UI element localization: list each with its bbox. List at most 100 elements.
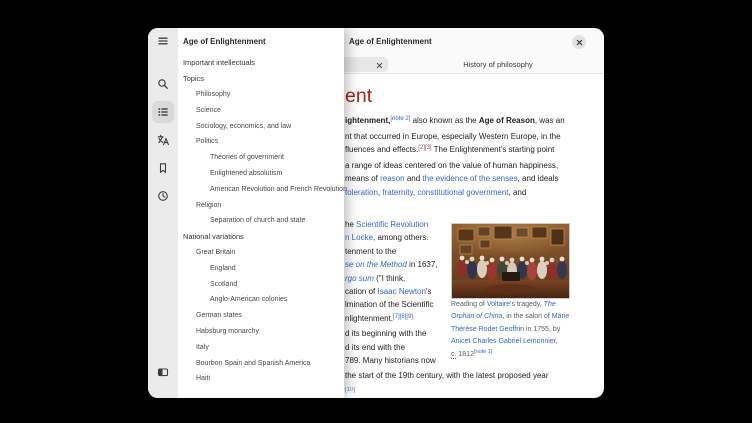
- sidebar-rail: [148, 28, 178, 398]
- text-segment[interactable]: fraternity: [382, 188, 413, 197]
- text-segment[interactable]: rgo sum: [345, 274, 374, 283]
- article-text-line: n Locke, among others.: [345, 231, 438, 244]
- main-menu-button[interactable]: [152, 30, 174, 52]
- tab-history-of-philosophy[interactable]: History of philosophy: [438, 55, 558, 74]
- search-button[interactable]: [152, 73, 174, 95]
- text-segment[interactable]: toleration: [345, 188, 378, 197]
- toc-item[interactable]: Enlightened absolutism: [178, 166, 344, 182]
- text-segment[interactable]: Orphan of China: [451, 313, 502, 320]
- history-icon: [157, 190, 169, 202]
- text-segment: ,: [556, 338, 558, 345]
- text-segment: ("I think,: [374, 274, 405, 283]
- text-segment[interactable]: Scientific Revolution: [356, 220, 428, 229]
- caption-line: Anicet Charles Gabriel Lemonnier,: [451, 336, 577, 348]
- toc-list: Important intellectualsTopicsPhilosophyS…: [178, 55, 344, 387]
- caption-line: Orphan of China, in the salon of Marie: [451, 311, 577, 323]
- text-segment[interactable]: reason: [380, 174, 404, 183]
- toc-item[interactable]: Topics: [178, 71, 344, 87]
- toc-item[interactable]: Bourbon Spain and Spanish America: [178, 355, 344, 371]
- toc-item[interactable]: Great Britain: [178, 245, 344, 261]
- bookmarks-button[interactable]: [152, 157, 174, 179]
- toc-item[interactable]: Scotland: [178, 276, 344, 292]
- history-button[interactable]: [152, 185, 174, 207]
- text-segment[interactable]: Thérèse Rodet Geoffrin: [451, 326, 524, 333]
- article-text-line: lmination of the Scientific: [345, 298, 438, 311]
- text-segment: Age of Reason: [479, 116, 535, 125]
- text-segment: lmination of the Scientific: [345, 300, 434, 309]
- text-segment: he: [345, 220, 356, 229]
- text-segment: nt that occurred in Europe, especially W…: [345, 132, 561, 141]
- toc-item[interactable]: Sociology, economics, and law: [178, 118, 344, 134]
- toc-item[interactable]: Science: [178, 102, 344, 118]
- toc-item[interactable]: National variations: [178, 229, 344, 245]
- toc-item[interactable]: Haiti: [178, 371, 344, 387]
- text-segment: , in the salon of: [502, 313, 551, 320]
- article-text-line: toleration, fraternity, constitutional g…: [345, 186, 565, 200]
- toc-item[interactable]: Philosophy: [178, 87, 344, 103]
- toc-button[interactable]: [152, 101, 174, 123]
- article-paragraph-1: ightenment,[note 2] also known as the Ag…: [345, 114, 565, 200]
- close-icon: [376, 62, 383, 69]
- text-segment[interactable]: [10]: [345, 387, 355, 393]
- text-segment[interactable]: se on the Method: [345, 260, 407, 269]
- toc-item[interactable]: Theories of government: [178, 150, 344, 166]
- text-segment: [2][3]: [418, 145, 431, 151]
- text-segment: 's: [426, 287, 432, 296]
- text-segment: The Enlightenment's starting point: [432, 145, 555, 154]
- toc-item[interactable]: German states: [178, 308, 344, 324]
- article-text-line: [10]: [345, 385, 355, 398]
- text-segment[interactable]: The: [544, 301, 556, 308]
- text-segment: fluences and effects.: [345, 145, 418, 154]
- toc-item[interactable]: England: [178, 260, 344, 276]
- text-segment: the start of the 19th century, with the …: [345, 371, 549, 380]
- text-segment[interactable]: n Locke: [345, 233, 373, 242]
- toc-item[interactable]: Important intellectuals: [178, 55, 344, 71]
- text-segment: , and ideals: [518, 174, 559, 183]
- text-segment: a range of ideas centered on the value o…: [345, 161, 558, 170]
- text-segment[interactable]: Voltaire: [487, 301, 510, 308]
- article-title: ent: [345, 85, 372, 108]
- toc-item[interactable]: Anglo-American colonies: [178, 292, 344, 308]
- toc-item[interactable]: Italy: [178, 339, 344, 355]
- app-window: Age of Enlightenment: [148, 28, 604, 398]
- toc-item[interactable]: Politics: [178, 134, 344, 150]
- text-segment[interactable]: constitutional government: [417, 188, 508, 197]
- article-tail-line: the start of the 19th century, with the …: [345, 369, 549, 383]
- text-segment[interactable]: Isaac Newton: [377, 287, 425, 296]
- text-segment[interactable]: Anicet Charles Gabriel Lemonnier: [451, 338, 556, 345]
- article-text-line: d its end with the: [345, 341, 438, 354]
- toc-item[interactable]: American Revolution and French Revolutio…: [178, 181, 344, 197]
- text-segment[interactable]: [7][8][9]: [393, 314, 413, 320]
- toc-item[interactable]: Religion: [178, 197, 344, 213]
- article-text-line: rgo sum ("I think,: [345, 272, 438, 285]
- toc-item[interactable]: Habsburg monarchy: [178, 324, 344, 340]
- bookmark-icon: [157, 162, 169, 174]
- article-image[interactable]: [451, 223, 570, 299]
- close-window-button[interactable]: [572, 35, 586, 49]
- text-segment: 789. Many historians now: [345, 356, 436, 365]
- salon-painting: [452, 224, 569, 298]
- article-text-line: the start of the 19th century, with the …: [345, 369, 549, 383]
- toc-item[interactable]: Separation of church and state: [178, 213, 344, 229]
- menu-icon: [157, 35, 169, 47]
- drawer-title: Age of Enlightenment: [183, 28, 266, 55]
- language-icon: [157, 134, 169, 146]
- languages-button[interactable]: [152, 129, 174, 151]
- text-segment: in 1755, by: [524, 326, 560, 333]
- text-segment[interactable]: Marie: [552, 313, 570, 320]
- flap-toggle-button[interactable]: [152, 361, 174, 383]
- text-segment: d its beginning with the: [345, 329, 426, 338]
- text-segment[interactable]: [note 1]: [474, 349, 492, 355]
- tab-close-button[interactable]: [375, 61, 383, 69]
- article-text-line: d its beginning with the: [345, 327, 438, 340]
- article-text-line: tenment to the: [345, 245, 438, 258]
- text-segment: 's tragedy,: [510, 301, 544, 308]
- article-cut-reference: [10]: [345, 385, 355, 398]
- article-text-line: cation of Isaac Newton's: [345, 285, 438, 298]
- article-text-line: nt that occurred in Europe, especially W…: [345, 130, 565, 144]
- text-segment[interactable]: [note 2]: [390, 116, 410, 122]
- article-text-line: means of reason and the evidence of the …: [345, 172, 565, 186]
- caption-line: Reading of Voltaire's tragedy, The: [451, 299, 577, 311]
- flap-toggle-icon: [157, 366, 169, 378]
- text-segment[interactable]: the evidence of the senses: [422, 174, 517, 183]
